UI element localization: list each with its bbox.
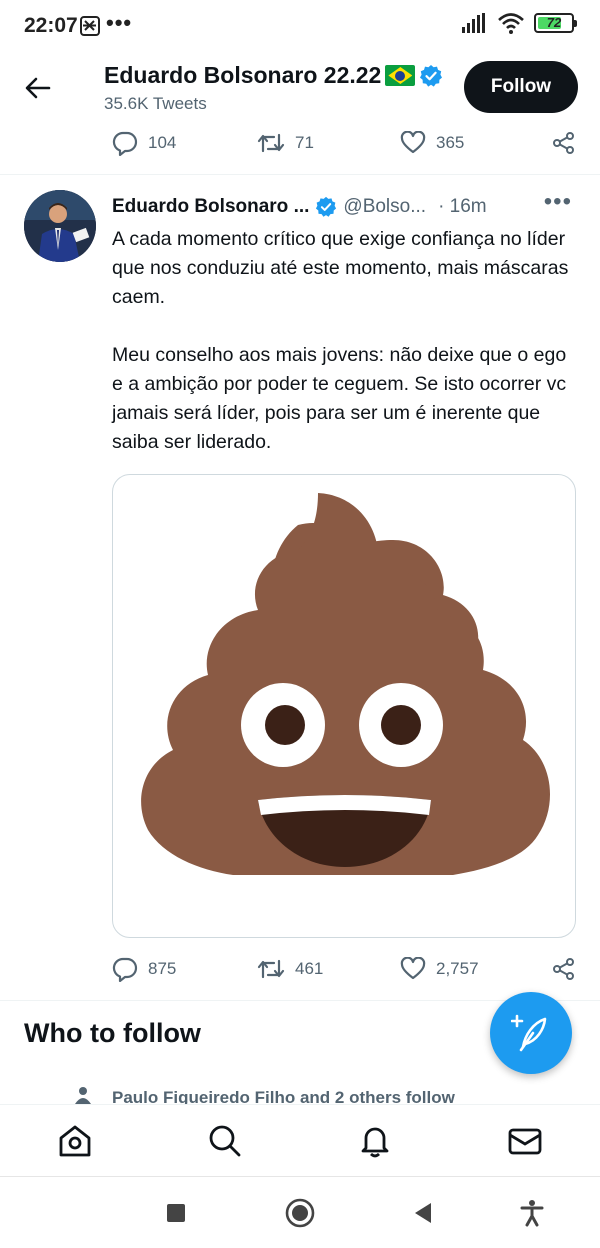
divider (0, 174, 600, 175)
home-icon[interactable] (57, 1123, 93, 1159)
home-circle-icon[interactable] (284, 1197, 316, 1229)
reply-count: 875 (148, 959, 177, 978)
pile-of-poo-emoji-icon (141, 493, 551, 875)
retweet-button[interactable]: 461 (257, 957, 400, 981)
more-notifications-icon: ••• (106, 10, 133, 35)
compose-feather-icon (511, 1014, 547, 1052)
prev-tweet-actions: 104 71 365 (112, 128, 576, 158)
tweet-author-name[interactable]: Eduardo Bolsonaro ... (112, 196, 309, 218)
like-button[interactable]: 2,757 (400, 957, 550, 981)
heart-icon (400, 131, 426, 154)
share-button[interactable] (552, 957, 576, 981)
battery-icon: 72 (534, 13, 577, 33)
back-arrow-icon[interactable] (22, 72, 54, 104)
follow-button[interactable]: Follow (464, 61, 578, 113)
reply-button[interactable]: 104 (112, 130, 257, 156)
profile-name-text: Eduardo Bolsonaro 22.22 (104, 62, 382, 88)
tweet-author-handle[interactable]: @Bolso... (343, 196, 426, 218)
search-icon[interactable] (207, 1123, 243, 1159)
messages-icon[interactable] (507, 1123, 543, 1159)
status-icons: 72 (462, 12, 577, 34)
retweet-icon (257, 133, 285, 153)
reply-button[interactable]: 875 (112, 956, 257, 982)
share-button[interactable] (552, 131, 576, 155)
avatar[interactable] (24, 190, 96, 262)
share-icon (553, 958, 574, 980)
share-icon (553, 132, 574, 154)
reply-icon (112, 957, 138, 982)
app-notification-icon (80, 16, 100, 36)
tweet-timestamp[interactable]: · 16m (438, 196, 487, 218)
like-count: 2,757 (436, 959, 479, 978)
who-to-follow-social-context: Paulo Figueiredo Filho and 2 others foll… (112, 1088, 455, 1104)
bottom-navigation (0, 1104, 600, 1176)
reply-icon (112, 131, 138, 156)
status-bar: 22:07 ••• 72 (0, 0, 600, 52)
tweet-count: 35.6K Tweets (104, 94, 207, 113)
tweet-text: A cada momento crítico que exige confian… (112, 228, 569, 453)
heart-icon (400, 957, 426, 980)
retweet-button[interactable]: 71 (257, 131, 400, 155)
like-count: 365 (436, 133, 465, 152)
retweet-icon (257, 959, 285, 979)
recents-icon[interactable] (160, 1197, 192, 1229)
retweet-count: 71 (295, 133, 314, 152)
signal-icon (462, 13, 485, 33)
who-to-follow-title: Who to follow (24, 1018, 201, 1048)
system-navigation-bar (0, 1176, 600, 1248)
tweet-media-image[interactable] (112, 474, 576, 938)
verified-badge-icon (316, 196, 337, 217)
compose-tweet-button[interactable] (490, 992, 572, 1074)
profile-name: Eduardo Bolsonaro 22.22 (104, 62, 443, 89)
verified-badge-icon (420, 64, 443, 87)
battery-level: 72 (546, 15, 562, 30)
reply-count: 104 (148, 133, 177, 152)
retweet-count: 461 (295, 959, 324, 978)
person-icon (75, 1087, 91, 1104)
accessibility-icon[interactable] (516, 1197, 548, 1229)
notifications-icon[interactable] (357, 1123, 393, 1159)
back-triangle-icon[interactable] (408, 1197, 440, 1229)
more-options-button[interactable]: ••• (544, 188, 572, 216)
like-button[interactable]: 365 (400, 131, 550, 155)
tweet-header: Eduardo Bolsonaro ... @Bolso... · 16m ••… (112, 188, 576, 220)
wifi-icon (498, 13, 524, 34)
profile-header: Eduardo Bolsonaro 22.22 35.6K Tweets Fol… (0, 52, 600, 122)
status-time: 22:07 (24, 14, 78, 37)
brazil-flag-icon (385, 65, 416, 86)
tweet-actions: 875 461 2,757 (112, 954, 576, 984)
